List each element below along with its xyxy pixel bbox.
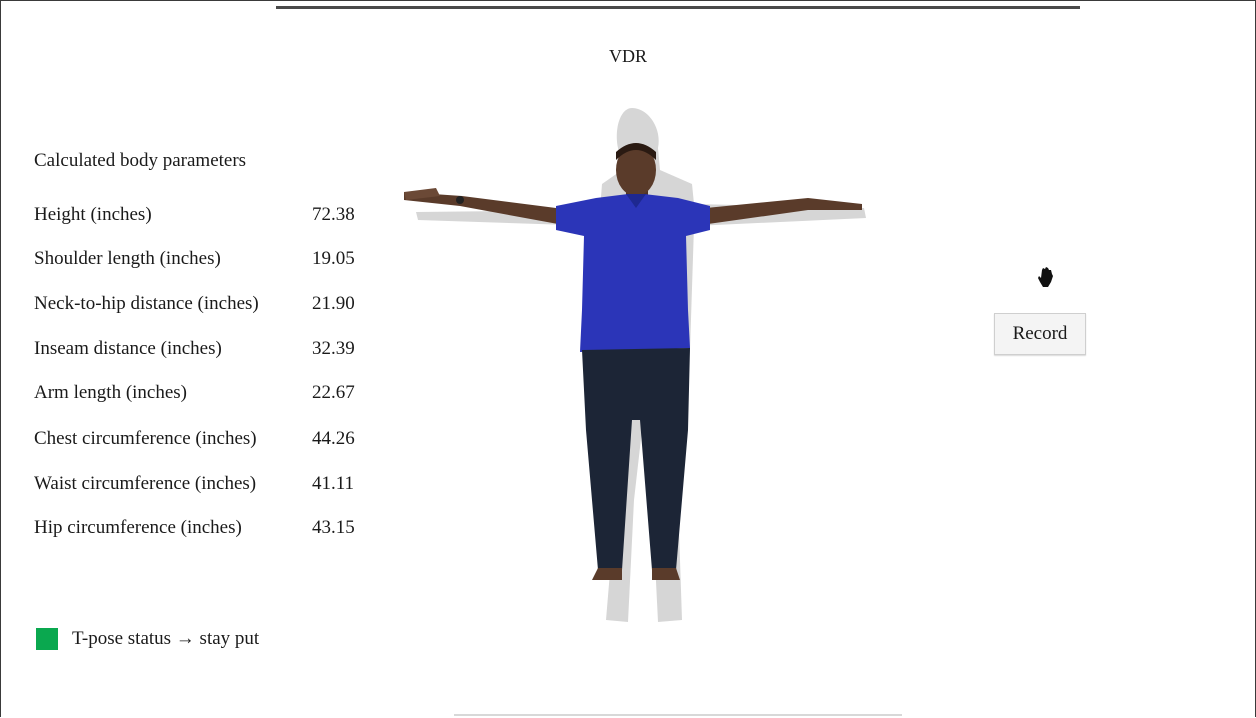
param-row-chest: Chest circumference (inches) 44.26 — [34, 428, 374, 454]
param-row-height: Height (inches) 72.38 — [34, 204, 374, 230]
param-value: 44.26 — [312, 428, 355, 449]
parameters-heading: Calculated body parameters — [34, 150, 247, 171]
param-value: 21.90 — [312, 293, 355, 314]
param-value: 19.05 — [312, 248, 355, 269]
status-indicator — [36, 628, 58, 650]
top-divider — [276, 6, 1080, 9]
param-label: Chest circumference (inches) — [34, 428, 257, 449]
param-label: Waist circumference (inches) — [34, 473, 257, 494]
param-row-arm-length: Arm length (inches) 22.67 — [34, 382, 374, 408]
param-value: 41.11 — [312, 473, 355, 494]
param-row-neck-to-hip: Neck-to-hip distance (inches) 21.90 — [34, 293, 374, 319]
tpose-status: T-pose status → stay put — [36, 628, 259, 650]
param-row-waist: Waist circumference (inches) 41.11 — [34, 473, 374, 499]
bottom-divider — [454, 714, 902, 716]
param-label: Height (inches) — [34, 204, 152, 225]
status-text: T-pose status → stay put — [72, 628, 260, 649]
feet — [592, 568, 680, 580]
param-row-inseam: Inseam distance (inches) 32.39 — [34, 338, 374, 364]
shirt — [556, 194, 710, 352]
param-value: 32.39 — [312, 338, 355, 359]
param-row-shoulder-length: Shoulder length (inches) 19.05 — [34, 248, 374, 274]
param-label: Inseam distance (inches) — [34, 338, 222, 359]
record-button[interactable]: Record — [994, 313, 1086, 355]
param-label: Hip circumference (inches) — [34, 517, 242, 538]
body-camera-view — [396, 100, 876, 640]
param-label: Shoulder length (inches) — [34, 248, 221, 269]
param-label: Arm length (inches) — [34, 382, 188, 403]
param-value: 72.38 — [312, 204, 355, 225]
param-value: 22.67 — [312, 382, 355, 403]
hand-icon — [1038, 267, 1053, 287]
param-value: 43.15 — [312, 517, 355, 538]
body-figure — [404, 108, 866, 622]
param-label: Neck-to-hip distance (inches) — [34, 293, 259, 314]
page-title: VDR — [608, 46, 647, 66]
param-row-hip: Hip circumference (inches) 43.15 — [34, 517, 374, 543]
